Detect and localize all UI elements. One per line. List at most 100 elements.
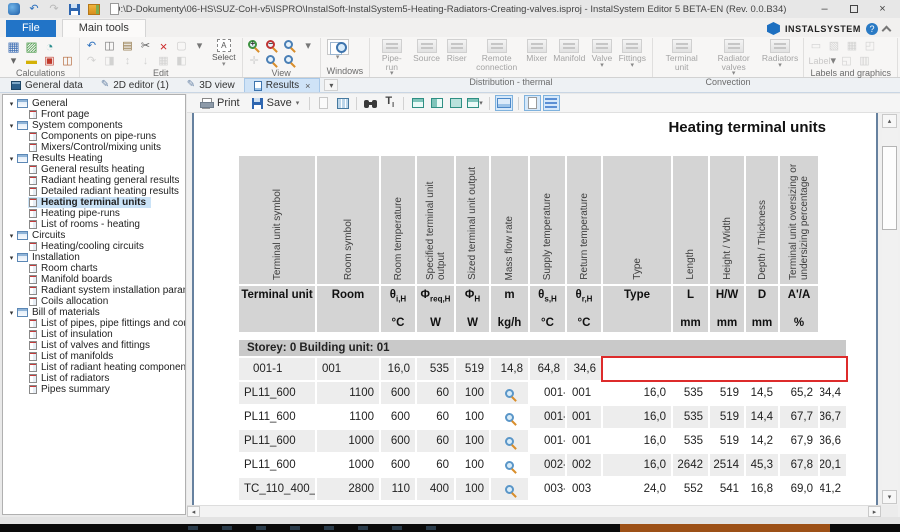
export-icon[interactable]	[87, 3, 101, 16]
ribbon-tab-file[interactable]: File	[6, 20, 56, 37]
row-details-magnifier-icon[interactable]	[491, 478, 528, 500]
undo-icon[interactable]: ↶	[84, 39, 99, 53]
data-check-icon[interactable]: ◫	[60, 54, 75, 68]
tree-item-general[interactable]: ▾General	[3, 98, 185, 109]
maximize-icon[interactable]	[839, 1, 868, 17]
tree-item-radiant-system-installation-parameters[interactable]: Radiant system installation parameters	[3, 285, 185, 296]
copy-icon[interactable]: ◫	[102, 39, 117, 53]
tree-item-room-charts[interactable]: Room charts	[3, 263, 185, 274]
app-icon[interactable]	[7, 3, 21, 16]
table-mode-icon[interactable]	[334, 95, 351, 111]
close-icon[interactable]: ×	[868, 1, 897, 17]
tree-item-components-on-pipe-runs[interactable]: Components on pipe-runs	[3, 131, 185, 142]
undo-icon[interactable]: ↶	[27, 3, 41, 16]
find-icon[interactable]	[362, 95, 379, 111]
mirror-icon[interactable]: ◨	[102, 54, 117, 68]
tree-expand-icon[interactable]: ▾	[7, 155, 16, 163]
tree-item-radiant-heating-general-results[interactable]: Radiant heating general results	[3, 175, 185, 186]
ribbon-tab-main-tools[interactable]: Main tools	[62, 19, 146, 37]
align-bottom-icon[interactable]: ↓	[138, 54, 153, 68]
redo-icon[interactable]: ↷	[47, 3, 61, 16]
tree-item-manifold-boards[interactable]: Manifold boards	[3, 274, 185, 285]
fittings-button[interactable]: Fittings▾	[617, 39, 648, 69]
find-window-button[interactable]: ▾	[325, 39, 351, 61]
zoom-window-icon[interactable]	[283, 39, 298, 53]
tree-expand-icon[interactable]: ▾	[7, 254, 16, 262]
collapse-ribbon-icon[interactable]	[882, 25, 892, 35]
tree-item-heating-cooling-circuits[interactable]: Heating/cooling circuits	[3, 241, 185, 252]
graphic-table-icon[interactable]: ◰	[862, 39, 877, 53]
legend-icon[interactable]: ◱	[839, 54, 854, 68]
scroll-up-icon[interactable]: ▴	[882, 114, 897, 128]
cut-icon[interactable]: ✂	[138, 39, 153, 53]
view-single-icon[interactable]	[409, 95, 426, 111]
view-grid-icon[interactable]	[447, 95, 464, 111]
remote-connection-button[interactable]: Remote connection	[472, 39, 522, 71]
zoom-previous-icon[interactable]	[283, 54, 298, 68]
row-details-magnifier-icon[interactable]	[491, 454, 528, 476]
results-icon[interactable]: ◔	[42, 39, 57, 53]
save-button[interactable]: Save▾	[247, 96, 305, 110]
view-split-icon[interactable]	[428, 95, 445, 111]
tree-item-list-of-radiators[interactable]: List of radiators	[3, 373, 185, 384]
minimize-icon[interactable]: –	[810, 1, 839, 17]
tree-item-mixers-control-mixing-units[interactable]: Mixers/Control/mixing units	[3, 142, 185, 153]
tree-item-bill-of-materials[interactable]: ▾Bill of materials	[3, 307, 185, 318]
zoom-dropdown[interactable]: ▾	[301, 39, 316, 53]
tree-item-heating-pipe-runs[interactable]: Heating pipe-runs	[3, 208, 185, 219]
align-vertical-icon[interactable]: ↕	[120, 54, 135, 68]
view-options-icon[interactable]: ▾	[466, 95, 484, 111]
select-button[interactable]: ASelect▾	[210, 39, 238, 68]
callout-icon[interactable]: ▭	[808, 39, 823, 53]
calculate-icon[interactable]: ▦	[6, 39, 21, 53]
help-icon[interactable]: ?	[866, 23, 878, 35]
row-details-magnifier-icon[interactable]	[491, 430, 528, 452]
tree-item-list-of-rooms-heating[interactable]: List of rooms - heating	[3, 219, 185, 230]
rotate-icon[interactable]: ◧	[174, 54, 189, 68]
radiators-button[interactable]: Radiators▾	[761, 39, 800, 69]
vertical-scroll-thumb[interactable]	[882, 146, 897, 230]
tree-item-heating-terminal-units[interactable]: Heating terminal units	[3, 197, 185, 208]
tree-expand-icon[interactable]: ▾	[7, 309, 16, 317]
tree-expand-icon[interactable]: ▾	[7, 232, 16, 240]
tree-item-list-of-pipes-pipe-fittings-and-couplings[interactable]: List of pipes, pipe fittings and couplin…	[3, 318, 185, 329]
riser-button[interactable]: Riser	[444, 39, 470, 63]
diagnostics-icon[interactable]: ▨	[24, 39, 39, 53]
warnings-icon[interactable]: ▬	[24, 54, 39, 68]
zoom-all-icon[interactable]	[265, 54, 280, 68]
transform-icon[interactable]: ▢	[174, 39, 189, 53]
label-button[interactable]: Label▾	[808, 54, 836, 68]
show-structure-icon[interactable]	[543, 95, 560, 111]
tab-general-data[interactable]: General data	[2, 78, 92, 92]
scroll-left-icon[interactable]: ◂	[187, 506, 200, 517]
valve-button[interactable]: Valve▾	[589, 39, 615, 69]
row-details-magnifier-icon[interactable]	[491, 406, 528, 428]
redo-icon[interactable]: ↷	[84, 54, 99, 68]
image-icon[interactable]: ▧	[826, 39, 841, 53]
array-icon[interactable]: ▦	[156, 54, 171, 68]
tab-results[interactable]: Results×	[244, 78, 321, 92]
tree-item-list-of-radiant-heating-components[interactable]: List of radiant heating components	[3, 362, 185, 373]
show-header-icon[interactable]	[524, 95, 541, 111]
font-size-icon[interactable]: TI	[381, 95, 398, 111]
scroll-right-icon[interactable]: ▸	[868, 506, 881, 517]
tree-item-circuits[interactable]: ▾Circuits	[3, 230, 185, 241]
mixer-button[interactable]: Mixer	[524, 39, 550, 63]
row-details-magnifier-icon[interactable]	[491, 382, 528, 404]
scroll-down-icon[interactable]: ▾	[882, 490, 897, 504]
page-setup-icon[interactable]	[315, 95, 332, 111]
tree-expand-icon[interactable]: ▾	[7, 122, 16, 130]
tree-item-detailed-radiant-heating-results[interactable]: Detailed radiant heating results	[3, 186, 185, 197]
pipe-run-button[interactable]: Pipe-run▾	[374, 39, 409, 77]
horizontal-scrollbar[interactable]: ◂ ▸	[187, 505, 881, 517]
manifold-button[interactable]: Manifold	[552, 39, 587, 63]
tree-item-list-of-manifolds[interactable]: List of manifolds	[3, 351, 185, 362]
tree-item-front-page[interactable]: Front page	[3, 109, 185, 120]
delete-icon[interactable]: ×	[156, 39, 171, 53]
frame-icon[interactable]: ▦	[844, 39, 859, 53]
tab-2d-editor-1-[interactable]: ✎2D editor (1)	[92, 78, 178, 92]
tree-item-list-of-valves-and-fittings[interactable]: List of valves and fittings	[3, 340, 185, 351]
tree-item-list-of-insulation[interactable]: List of insulation	[3, 329, 185, 340]
print-button[interactable]: Print	[195, 96, 245, 110]
tree-item-pipes-summary[interactable]: Pipes summary	[3, 384, 185, 395]
